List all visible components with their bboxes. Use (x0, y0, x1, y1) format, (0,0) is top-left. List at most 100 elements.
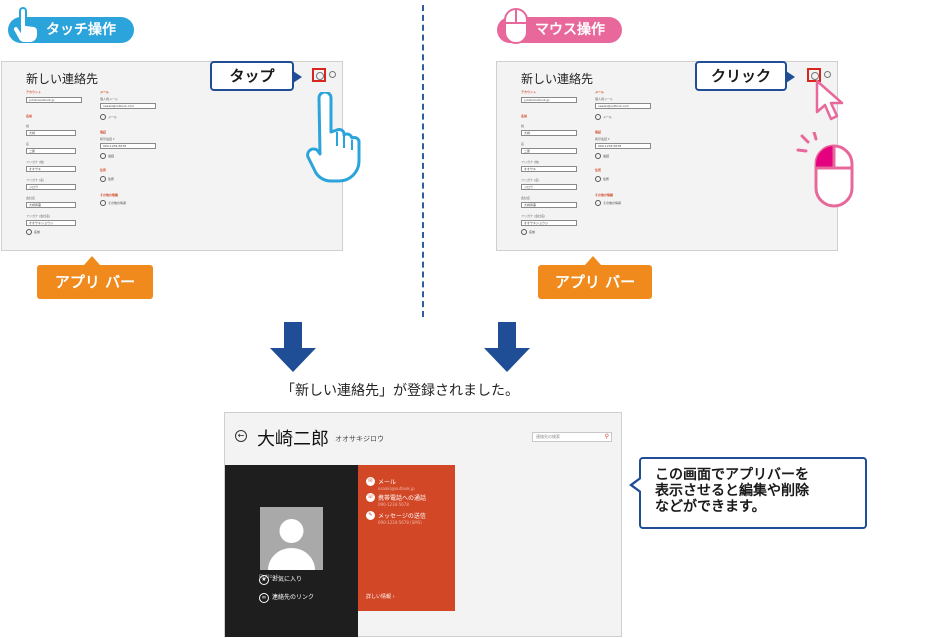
down-arrow-icon (270, 322, 316, 372)
tapping-hand-icon (306, 92, 361, 183)
add-other-info-button[interactable]: その他の情報 (595, 200, 621, 206)
email-label: メール (100, 90, 110, 94)
mouse-icon (504, 8, 528, 44)
contact-search-input[interactable]: 連絡先の検索 ⚲ (532, 432, 612, 442)
mouse-mode-label: マウス操作 (535, 22, 605, 38)
other-info-label: その他の情報 (100, 193, 119, 197)
company-input[interactable]: 大崎商事 (521, 202, 577, 208)
add-email-button[interactable]: メール (100, 114, 117, 120)
down-arrow-icon (484, 322, 530, 372)
save-button-highlighted[interactable] (312, 68, 326, 82)
add-email-button[interactable]: メール (595, 114, 612, 120)
hand-pointer-icon (12, 7, 39, 43)
add-phone-button[interactable]: 電話 (595, 153, 609, 159)
note-line-1: この画面でアプリバーを (655, 467, 809, 483)
add-phone-button[interactable]: 電話 (100, 153, 114, 159)
add-address-button[interactable]: 住所 (595, 176, 609, 182)
back-arrow-icon[interactable]: ← (235, 430, 247, 442)
note-line-2: 表示させると編集や削除 (655, 483, 809, 499)
first-name-input[interactable]: 二郎 (521, 148, 577, 154)
touch-mode-label: タッチ操作 (46, 22, 116, 38)
add-name-button[interactable]: 名前 (521, 229, 535, 235)
new-contact-form-mouse: 新しい連絡先 アカウント jumitrxoutlook.jp 名前 姓 大崎 名… (496, 61, 838, 251)
other-info-label: その他の情報 (595, 193, 614, 197)
call-action[interactable]: ☏ 携帯電話への通話 090-1234-5678 (366, 493, 426, 507)
account-select[interactable]: jumitrxoutlook.jp (521, 97, 577, 103)
mail-icon: ✉ (366, 477, 375, 486)
favorite-label: お気に入り (272, 576, 303, 583)
sms-action[interactable]: ✎ メッセージの送信 090-1234-5678 (SMS) (366, 511, 426, 525)
kana-company-label: フリガナ (会社名) (521, 214, 546, 218)
cancel-button[interactable] (824, 71, 831, 78)
search-icon[interactable]: ⚲ (605, 433, 609, 441)
note-line-3: などができます。 (655, 499, 766, 515)
kana-company-input[interactable]: オオサキショウジ (26, 220, 76, 226)
phone-type-label: 携帯電話 ▾ (595, 137, 610, 141)
link-icon: ∞ (259, 592, 269, 603)
person-silhouette-icon (268, 519, 315, 570)
kana-last-label: フリガナ (姓) (521, 160, 540, 164)
add-other-info-button[interactable]: その他の情報 (100, 200, 126, 206)
kana-last-input[interactable]: オオサキ (521, 166, 577, 172)
kana-last-label: フリガナ (姓) (26, 160, 45, 164)
kana-last-input[interactable]: オオサキ (26, 166, 76, 172)
kana-company-input[interactable]: オオサキショウジ (521, 220, 577, 226)
touch-mode-tag: タッチ操作 (8, 7, 134, 43)
first-name-label: 名 (26, 142, 30, 146)
link-label: 連絡先のリンク (272, 594, 315, 601)
kana-first-label: フリガナ (名) (521, 178, 540, 182)
cancel-button[interactable] (329, 71, 336, 78)
star-icon: ★ (259, 574, 269, 585)
actions-panel: ✉ メール osaaki@outlook.jp ☏ 携帯電話への通話 090-123… (358, 465, 455, 611)
account-select[interactable]: jumitrxoutlook.jp (26, 97, 82, 103)
phone-input[interactable]: 090-1234-5678 (100, 143, 156, 149)
contact-kana: オオサキジロウ (335, 435, 384, 443)
contact-name: 大崎二郎 (257, 429, 329, 450)
kana-first-input[interactable]: ジロウ (26, 184, 76, 190)
email-type-label: 個人用メール (100, 97, 119, 101)
mail-action[interactable]: ✉ メール osaaki@outlook.jp (366, 477, 415, 491)
tap-callout: タップ (210, 61, 302, 91)
last-name-label: 姓 (26, 124, 30, 128)
phone-label: 電話 (595, 130, 602, 134)
email-input[interactable]: osaaki@outlook.com (100, 103, 156, 109)
account-label: アカウント (26, 90, 42, 94)
contact-detail-screen: ← 大崎二郎 オオサキジロウ 連絡先の検索 ⚲ Outlook ★ お気に入り ∞… (224, 412, 622, 637)
phone-type-label: 携帯電話 ▾ (100, 137, 115, 141)
phone-input[interactable]: 090-1234-5678 (595, 143, 651, 149)
kana-company-label: フリガナ (会社名) (26, 214, 51, 218)
company-input[interactable]: 大崎商事 (26, 202, 76, 208)
phone-icon: ☏ (366, 493, 375, 502)
phone-label: 電話 (100, 130, 107, 134)
email-type-label: 個人用メール (595, 97, 614, 101)
add-address-button[interactable]: 住所 (100, 176, 114, 182)
profile-panel: Outlook ★ お気に入り ∞ 連絡先のリンク (225, 465, 358, 637)
app-bar-label-touch: アプリ バー (37, 256, 153, 299)
favorite-button[interactable]: ★ お気に入り (259, 574, 302, 585)
note-callout: この画面でアプリバーを 表示させると編集や削除 などができます。 (629, 457, 867, 529)
call-label: 携帯電話への通話 (378, 495, 427, 502)
mouse-mode-tag: マウス操作 (497, 8, 622, 44)
section-divider (422, 5, 424, 317)
link-contact-button[interactable]: ∞ 連絡先のリンク (259, 592, 314, 603)
last-name-input[interactable]: 大崎 (26, 130, 76, 136)
company-label: 会社名 (26, 196, 36, 200)
call-value: 090-1234-5678 (378, 502, 409, 507)
company-label: 会社名 (521, 196, 531, 200)
mail-label: メール (378, 479, 397, 486)
email-input[interactable]: osaaki@outlook.com (595, 103, 651, 109)
add-name-button[interactable]: 名前 (26, 229, 40, 235)
name-label: 名前 (521, 114, 528, 118)
kana-first-input[interactable]: ジロウ (521, 184, 577, 190)
kana-first-label: フリガナ (名) (26, 178, 45, 182)
account-label: アカウント (521, 90, 537, 94)
sms-label: メッセージの送信 (378, 513, 426, 520)
last-name-input[interactable]: 大崎 (521, 130, 577, 136)
first-name-label: 名 (521, 142, 525, 146)
more-info-link[interactable]: 詳しい情報 › (366, 593, 395, 600)
click-callout: クリック (695, 61, 795, 91)
first-name-input[interactable]: 二郎 (26, 148, 76, 154)
message-icon: ✎ (366, 511, 375, 520)
search-placeholder: 連絡先の検索 (536, 434, 560, 439)
form-title: 新しい連絡先 (521, 72, 594, 86)
